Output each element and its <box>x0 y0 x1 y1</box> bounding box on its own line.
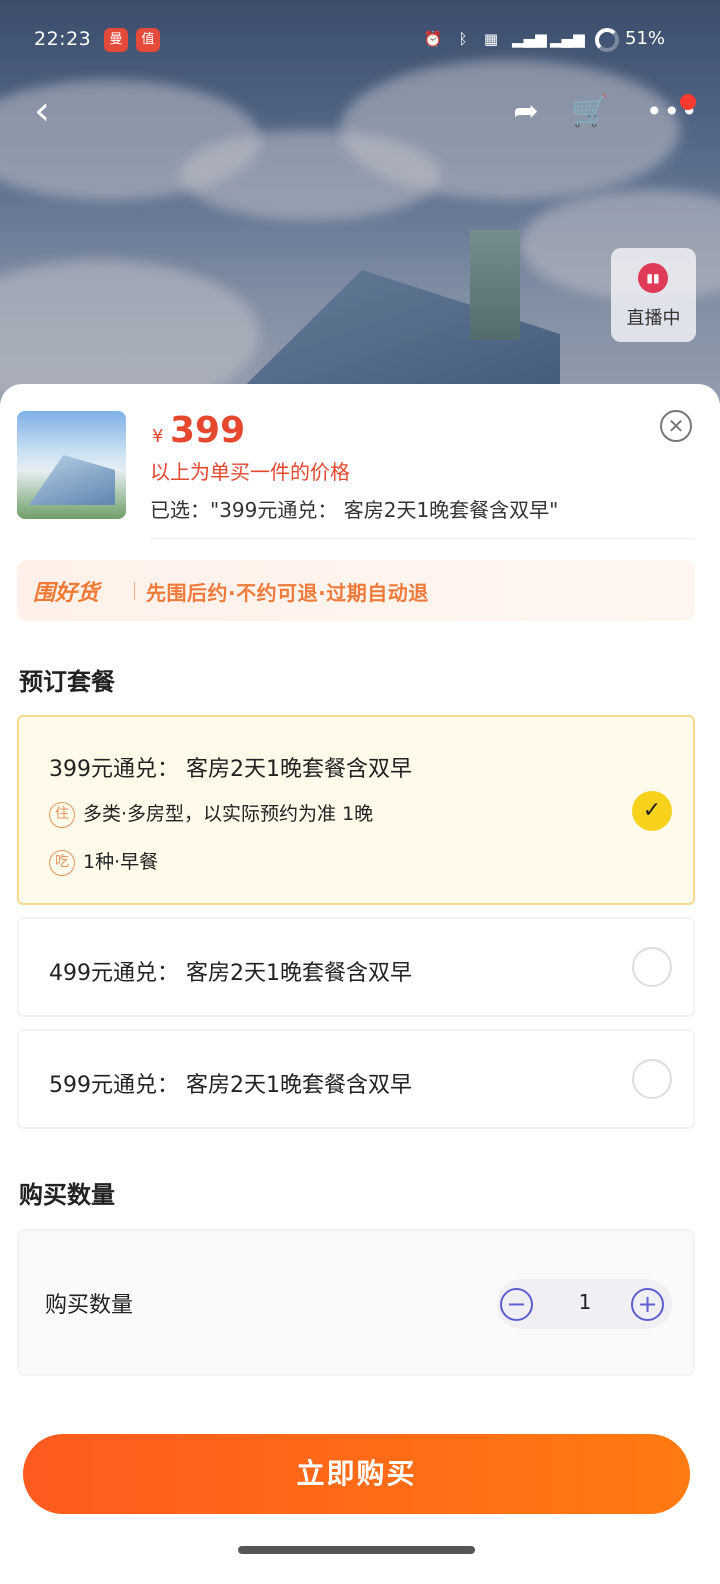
promo-banner: 围好货 先围后约·不约可退·过期自动退 <box>17 560 695 621</box>
package-feature: 吃 1种·早餐 <box>49 847 158 876</box>
package-name: 499元通兑： 客房2天1晚套餐含双早 <box>49 961 412 986</box>
signal-icon: ▂▄▆ <box>550 30 585 48</box>
purchase-sheet: ¥ 399 以上为单买一件的价格 已选："399元通兑： 客房2天1晚套餐含双早… <box>0 384 720 1584</box>
home-indicator[interactable] <box>238 1546 475 1554</box>
signal-icon: ▂▄▆ <box>512 30 547 48</box>
meal-icon: 吃 <box>49 849 75 876</box>
quantity-value[interactable]: 1 <box>552 1290 618 1314</box>
stay-icon: 住 <box>49 801 75 828</box>
package-section-title: 预订套餐 <box>19 668 115 696</box>
minus-icon[interactable]: − <box>500 1288 533 1321</box>
plus-icon[interactable]: + <box>631 1288 664 1321</box>
live-label: 直播中 <box>626 308 681 329</box>
nfc-icon: ▦ <box>483 30 499 48</box>
package-feature: 住多类·多房型，以实际预约为准 1晚 <box>49 799 373 828</box>
product-thumbnail <box>17 411 126 519</box>
battery-level: 51% <box>625 28 666 49</box>
status-bar: 22:23 曼 值 ⏰ ᛒ ▦ ▂▄▆ ▂▄▆ 51% <box>0 22 720 58</box>
promo-slogan: 先围后约·不约可退·过期自动退 <box>146 581 429 605</box>
package-option[interactable]: 399元通兑： 客房2天1晚套餐含双早 住多类·多房型，以实际预约为准 1晚 吃… <box>17 715 695 905</box>
bluetooth-icon: ᛒ <box>458 30 468 48</box>
status-time: 22:23 <box>34 28 92 50</box>
package-name: 599元通兑： 客房2天1晚套餐含双早 <box>49 1073 412 1098</box>
close-icon[interactable]: ✕ <box>660 410 692 442</box>
share-icon[interactable]: ➦ <box>504 92 548 132</box>
quantity-box: 购买数量 − 1 + <box>17 1229 695 1376</box>
package-name: 399元通兑： 客房2天1晚套餐含双早 <box>49 757 412 782</box>
price: 399 <box>170 410 246 451</box>
back-icon[interactable]: ‹ <box>22 88 62 134</box>
quantity-section-title: 购买数量 <box>19 1181 115 1209</box>
price-note: 以上为单买一件的价格 <box>150 460 350 484</box>
battery-icon <box>595 28 619 52</box>
promo-brand: 围好货 <box>33 581 100 606</box>
cart-icon[interactable]: 🛒 <box>568 92 612 132</box>
price-currency: ¥ <box>152 426 164 447</box>
radio-button[interactable] <box>632 947 672 987</box>
app-notification-icon: 曼 <box>104 28 128 52</box>
app-notification-icon: 值 <box>136 28 160 52</box>
package-option[interactable]: 599元通兑： 客房2天1晚套餐含双早 <box>17 1029 695 1129</box>
alarm-icon: ⏰ <box>423 30 443 48</box>
divider <box>150 538 695 539</box>
notification-dot <box>680 94 696 110</box>
hero-image <box>0 0 720 420</box>
buy-now-button[interactable]: 立即购买 <box>23 1434 690 1514</box>
radio-button[interactable] <box>632 1059 672 1099</box>
live-badge[interactable]: ▮▮ 直播中 <box>611 248 696 342</box>
quantity-label: 购买数量 <box>45 1293 134 1318</box>
selected-package-label: 已选："399元通兑： 客房2天1晚套餐含双早" <box>150 498 559 522</box>
live-icon: ▮▮ <box>638 263 668 293</box>
quantity-stepper: − 1 + <box>497 1279 672 1329</box>
package-option[interactable]: 499元通兑： 客房2天1晚套餐含双早 <box>17 917 695 1017</box>
check-icon[interactable]: ✓ <box>632 791 672 831</box>
